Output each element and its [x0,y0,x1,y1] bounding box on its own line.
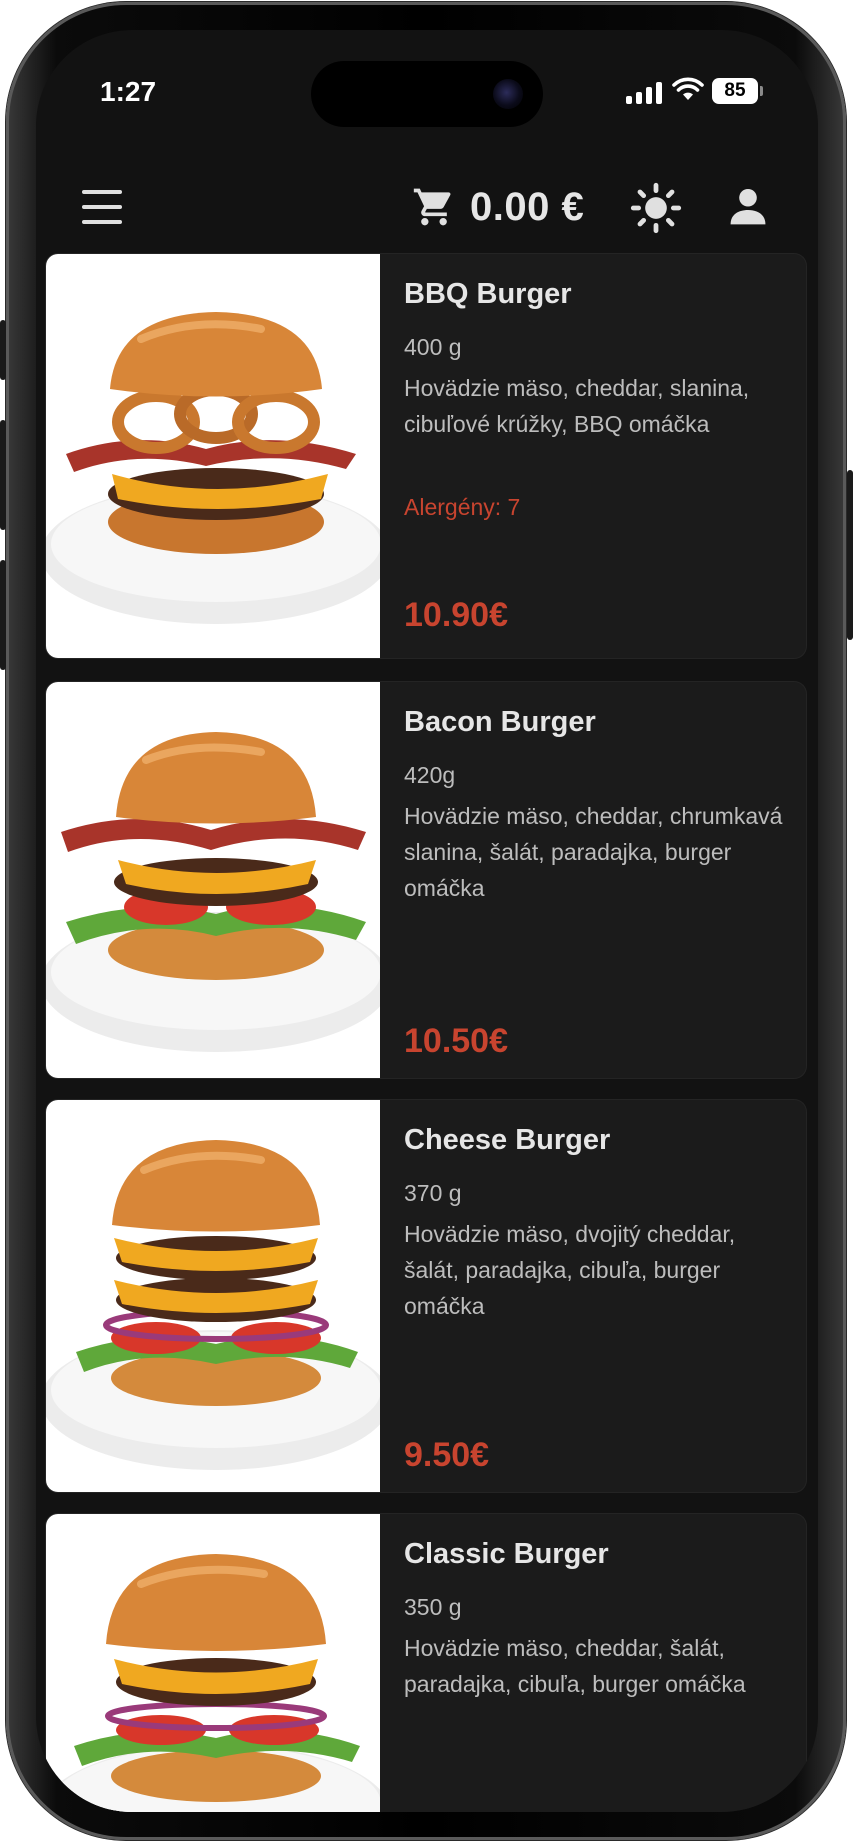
sun-icon[interactable] [630,182,682,234]
battery-tip [760,86,763,96]
product-name: Cheese Burger [404,1124,611,1156]
power-button [847,470,853,640]
shopping-cart-icon [413,188,451,226]
dynamic-island [311,61,543,127]
classic-burger-image [46,1514,380,1812]
app-header: 0.00 € [36,160,818,260]
product-weight: 400 g [404,334,462,360]
product-weight: 420g [404,762,456,788]
product-allergens: Alergény: 7 [404,494,521,520]
product-weight: 350 g [404,1594,462,1620]
cellular-signal-icon [626,82,666,104]
volume-down-button [0,560,6,670]
product-card-classic-burger[interactable]: Classic Burger 350 g Hovädzie mäso, ched… [46,1514,806,1812]
product-description: Hovädzie mäso, dvojitý cheddar, šalát, p… [404,1221,736,1319]
cheese-burger-image [46,1100,380,1492]
product-name: Classic Burger [404,1538,609,1570]
bbq-burger-image [46,254,380,658]
product-description: Hovädzie mäso, cheddar, šalát, paradajka… [404,1635,746,1697]
front-camera [493,79,523,109]
wifi-icon [672,77,704,100]
cart-button[interactable]: 0.00 € [412,182,584,232]
cart-total: 0.00 € [470,184,585,229]
battery-indicator: 85 [712,78,758,104]
bacon-burger-image [46,682,380,1078]
hamburger-menu-icon[interactable] [82,190,122,224]
volume-up-button [0,420,6,530]
product-name: BBQ Burger [404,278,572,310]
phone-screen: 1:27 85 0.00 € BBQ Burger 400 g Hovädzie… [36,30,818,1812]
product-card-bbq-burger[interactable]: BBQ Burger 400 g Hovädzie mäso, cheddar,… [46,254,806,658]
product-card-bacon-burger[interactable]: Bacon Burger 420g Hovädzie mäso, cheddar… [46,682,806,1078]
product-description: Hovädzie mäso, cheddar, chrumkavá slanin… [404,803,783,901]
status-bar: 1:27 85 [36,30,818,150]
product-card-cheese-burger[interactable]: Cheese Burger 370 g Hovädzie mäso, dvoji… [46,1100,806,1492]
user-icon[interactable] [726,184,770,228]
product-name: Bacon Burger [404,706,596,738]
product-price: 10.90€ [404,596,508,634]
status-time: 1:27 [100,76,157,107]
product-price: 9.50€ [404,1436,490,1474]
product-weight: 370 g [404,1180,462,1206]
product-price: 10.50€ [404,1022,508,1060]
action-button [0,320,6,380]
product-description: Hovädzie mäso, cheddar, slanina, cibuľov… [404,375,750,437]
